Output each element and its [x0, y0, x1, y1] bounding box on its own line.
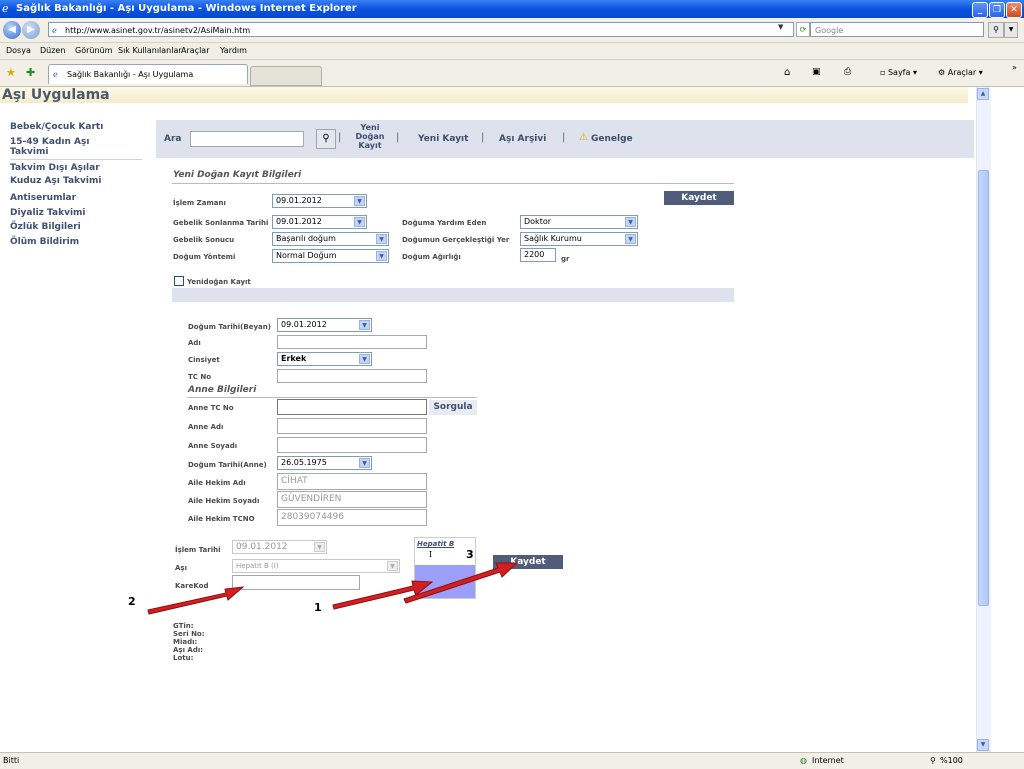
window-title-bar: ℯ Sağlık Bakanlığı - Aşı Uygulama - Wind… [0, 0, 1024, 18]
page-menu[interactable]: ▫ Sayfa ▾ [880, 68, 917, 77]
annotation-arrows [147, 562, 519, 615]
search-options-icon[interactable]: ▼ [1004, 22, 1018, 38]
close-button[interactable]: ✕ [1006, 2, 1022, 18]
home-icon[interactable]: ⌂ [784, 67, 790, 78]
menu-bar: Dosya Düzen Görünüm Sık Kullanılanlar Ar… [0, 43, 1024, 60]
address-toolbar: ◀ ▶ ℯ http://www.asinet.gov.tr/asinetv2/… [0, 18, 1024, 43]
arrow-2 [147, 586, 245, 615]
scroll-up-icon[interactable]: ▲ [977, 88, 989, 100]
zoom-icon: ⚲ [930, 756, 936, 765]
menu-tools[interactable]: Araçlar [181, 46, 209, 55]
add-favorite-icon[interactable]: ✚ [26, 66, 35, 79]
minimize-button[interactable]: _ [972, 2, 988, 18]
tools-menu[interactable]: ⚙ Araçlar ▾ [938, 68, 983, 77]
new-tab-button[interactable] [250, 66, 322, 86]
chevron-right-icon[interactable]: » [1012, 63, 1017, 72]
status-bar: Bitti ◍ Internet ⚲ %100 [0, 752, 1024, 769]
favorites-star-icon[interactable]: ★ [6, 66, 16, 79]
ie-logo-icon: ℯ [2, 2, 9, 15]
annotation-label-3: 3 [466, 548, 474, 561]
back-icon[interactable]: ◀ [3, 21, 21, 39]
search-icon[interactable]: ⚲ [988, 22, 1004, 38]
search-input[interactable]: Google [810, 22, 984, 37]
scroll-thumb[interactable] [978, 170, 989, 606]
maximize-button[interactable]: ❐ [989, 2, 1005, 18]
address-input[interactable]: ℯ http://www.asinet.gov.tr/asinetv2/AsiM… [48, 22, 794, 37]
tab-active[interactable]: ℯ Sağlık Bakanlığı - Aşı Uygulama [48, 64, 248, 84]
forward-icon[interactable]: ▶ [22, 21, 40, 39]
annotation-label-2: 2 [128, 595, 136, 608]
menu-file[interactable]: Dosya [6, 46, 31, 55]
annotation-label-1: 1 [314, 601, 322, 614]
menu-help[interactable]: Yardım [220, 46, 247, 55]
zone-label: Internet [812, 756, 844, 765]
dropdown-icon[interactable]: ▼ [778, 23, 783, 31]
scroll-down-icon[interactable]: ▼ [977, 739, 989, 751]
page-content: Aşı Uygulama Bebek/Çocuk Kartı 15-49 Kad… [0, 87, 976, 752]
page-icon: ℯ [52, 26, 57, 35]
menu-edit[interactable]: Düzen [40, 46, 65, 55]
status-text: Bitti [3, 756, 20, 765]
refresh-icon[interactable]: ⟳ [796, 22, 810, 37]
print-icon[interactable]: ⎙ [844, 67, 851, 77]
window-title: Sağlık Bakanlığı - Aşı Uygulama - Window… [16, 3, 357, 14]
zoom-level[interactable]: %100 [940, 756, 963, 765]
feeds-icon[interactable]: ▣ [812, 67, 821, 77]
menu-view[interactable]: Görünüm [75, 46, 112, 55]
tab-bar: ★ ✚ ℯ Sağlık Bakanlığı - Aşı Uygulama ⌂ … [0, 60, 1024, 87]
menu-favorites[interactable]: Sık Kullanılanlar [118, 46, 182, 55]
globe-icon: ◍ [800, 756, 807, 765]
tab-ie-icon: ℯ [53, 70, 58, 79]
